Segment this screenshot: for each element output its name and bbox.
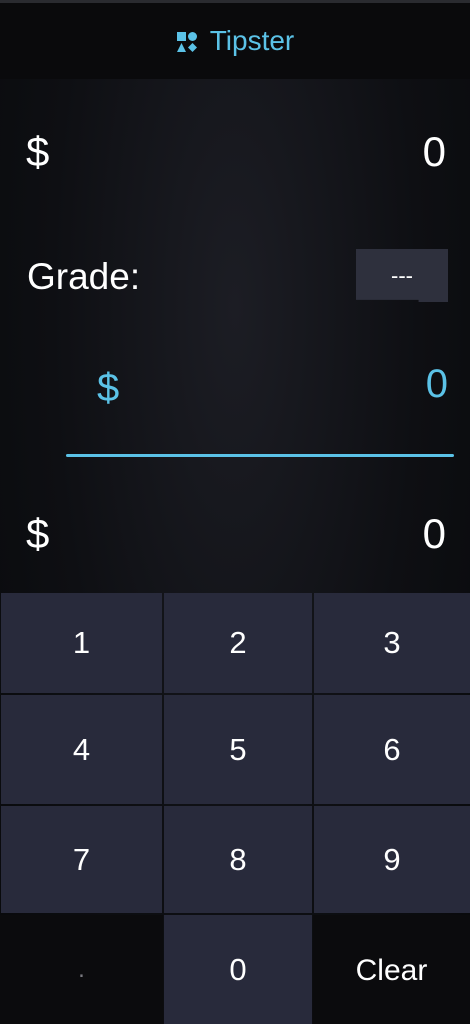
key-0[interactable]: 0 <box>164 915 312 1024</box>
bill-currency: $ <box>26 128 50 175</box>
key-9[interactable]: 9 <box>314 806 470 913</box>
key-3[interactable]: 3 <box>314 593 470 693</box>
total-amount: 0 <box>422 510 446 557</box>
tip-amount-input[interactable]: 0 <box>426 362 448 407</box>
key-2[interactable]: 2 <box>164 593 312 693</box>
app-header: Tipster <box>0 3 470 79</box>
app-title: Tipster <box>209 25 295 56</box>
key-7[interactable]: 7 <box>1 806 162 913</box>
tip-currency: $ <box>97 366 120 410</box>
tip-input-underline <box>66 454 454 457</box>
grade-dropdown[interactable]: --- <box>356 249 448 302</box>
key-6[interactable]: 6 <box>314 695 470 804</box>
key-5[interactable]: 5 <box>164 695 312 804</box>
key-4[interactable]: 4 <box>1 695 162 804</box>
total-row: $ 0 <box>0 510 470 570</box>
grade-label: Grade: <box>27 256 141 297</box>
bill-amount: 0 <box>422 128 446 175</box>
key-1[interactable]: 1 <box>1 593 162 693</box>
bill-row[interactable]: $ 0 <box>0 128 470 188</box>
total-currency: $ <box>26 510 50 557</box>
key-8[interactable]: 8 <box>164 806 312 913</box>
clear-button[interactable]: Clear <box>313 915 470 1024</box>
grade-selected-value: --- <box>391 262 413 288</box>
shapes-icon <box>176 32 197 52</box>
keypad: 1 2 3 4 5 6 7 8 9 . 0 Clear <box>0 592 470 1024</box>
key-decimal[interactable]: . <box>0 915 163 1024</box>
